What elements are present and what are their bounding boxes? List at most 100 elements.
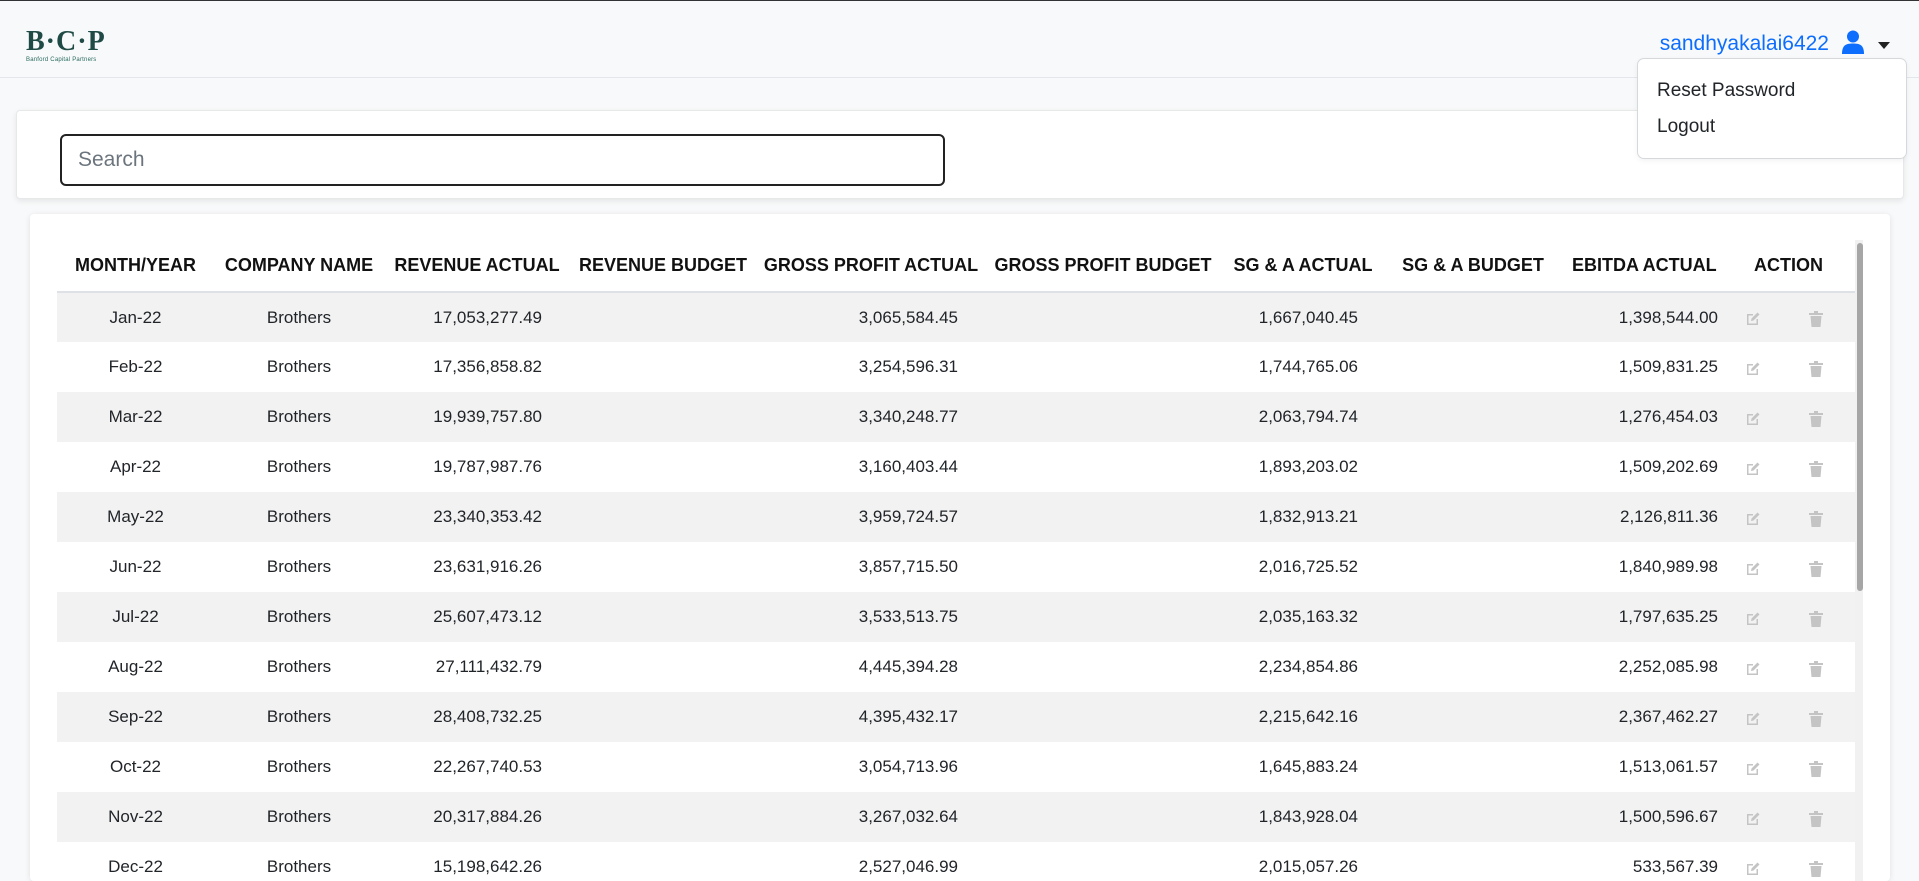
user-icon[interactable]	[1842, 30, 1864, 54]
cell-action	[1720, 592, 1857, 642]
cell-sga-actual: 2,035,163.32	[1220, 592, 1386, 642]
trash-icon[interactable]	[1809, 460, 1823, 482]
cell-gross-profit-actual: 4,395,432.17	[756, 692, 986, 742]
trash-icon[interactable]	[1809, 311, 1823, 332]
cell-revenue-budget	[570, 692, 756, 742]
table-row[interactable]: Dec-22 Brothers 15,198,642.26 2,527,046.99 2…	[57, 842, 1857, 881]
edit-icon[interactable]	[1745, 861, 1761, 881]
edit-icon[interactable]	[1745, 761, 1761, 782]
cell-ebitda-actual: 2,367,462.27	[1560, 692, 1720, 742]
column-header-ebitda-actual[interactable]: EBITDA ACTUAL	[1560, 240, 1720, 293]
cell-gross-profit-budget	[986, 292, 1220, 342]
column-header-company-name[interactable]: COMPANY NAME	[214, 240, 384, 293]
cell-revenue-actual: 19,787,987.76	[433, 457, 542, 476]
table-row[interactable]: May-22 Brothers 23,340,353.42 3,959,724.57 1…	[57, 492, 1857, 542]
cell-revenue-budget	[570, 642, 756, 692]
cell-revenue-budget	[570, 392, 756, 442]
cell-month-year: Oct-22	[109, 757, 162, 776]
cell-revenue-budget	[570, 742, 756, 792]
column-header-sga-budget[interactable]: SG & A BUDGET	[1386, 240, 1560, 293]
cell-ebitda-actual: 1,797,635.25	[1560, 592, 1720, 642]
cell-company-name: Brothers	[214, 592, 384, 642]
column-header-gross-profit-actual[interactable]: GROSS PROFIT ACTUAL	[756, 240, 986, 293]
cell-revenue-actual: 27,111,432.79	[435, 657, 542, 676]
edit-icon[interactable]	[1745, 361, 1761, 382]
column-header-sga-actual[interactable]: SG & A ACTUAL	[1220, 240, 1386, 293]
trash-icon[interactable]	[1809, 560, 1823, 582]
edit-icon[interactable]	[1745, 561, 1761, 582]
column-header-revenue-actual[interactable]: REVENUE ACTUAL	[384, 240, 570, 293]
cell-ebitda-actual: 2,126,811.36	[1560, 492, 1720, 542]
cell-sga-budget	[1386, 842, 1560, 881]
reset-password-menu-item[interactable]: Reset Password	[1638, 73, 1906, 109]
edit-icon[interactable]	[1745, 311, 1761, 332]
table-row[interactable]: Apr-22 Brothers 19,787,987.76 3,160,403.44 1…	[57, 442, 1857, 492]
cell-gross-profit-budget	[986, 742, 1220, 792]
cell-ebitda-actual: 1,500,596.67	[1560, 792, 1720, 842]
cell-gross-profit-actual: 3,065,584.45	[756, 292, 986, 342]
cell-gross-profit-budget	[986, 692, 1220, 742]
logout-menu-item[interactable]: Logout	[1638, 109, 1906, 145]
user-dropdown-menu: Reset Password Logout	[1637, 58, 1907, 159]
edit-icon[interactable]	[1745, 461, 1761, 482]
cell-month-year: Feb-22	[108, 357, 163, 376]
cell-action	[1720, 292, 1857, 342]
table-row[interactable]: Oct-22 Brothers 22,267,740.53 3,054,713.96 1…	[57, 742, 1857, 792]
table-row[interactable]: Nov-22 Brothers 20,317,884.26 3,267,032.64 1…	[57, 792, 1857, 842]
edit-icon[interactable]	[1745, 661, 1761, 682]
trash-icon[interactable]	[1809, 660, 1823, 682]
search-input[interactable]	[60, 134, 945, 186]
cell-revenue-actual: 28,408,732.25	[384, 692, 570, 742]
trash-icon[interactable]	[1809, 410, 1823, 432]
table-row[interactable]: Mar-22 Brothers 19,939,757.80 3,340,248.77 2…	[57, 392, 1857, 442]
vertical-scrollbar-thumb[interactable]	[1857, 243, 1863, 591]
trash-icon[interactable]	[1809, 510, 1823, 532]
cell-action	[1720, 842, 1857, 881]
table-row[interactable]: Sep-22 Brothers 28,408,732.25 4,395,432.17 2…	[57, 692, 1857, 742]
table-row[interactable]: Feb-22 Brothers 17,356,858.82 3,254,596.31 1…	[57, 342, 1857, 392]
trash-icon[interactable]	[1809, 610, 1823, 632]
logo-text: B·C·P	[26, 26, 106, 57]
cell-action	[1720, 692, 1857, 742]
trash-icon[interactable]	[1809, 710, 1823, 732]
edit-icon[interactable]	[1745, 611, 1761, 632]
bcp-logo[interactable]: B·C·P Banford Capital Partners	[26, 27, 116, 67]
cell-ebitda-actual: 2,252,085.98	[1618, 657, 1718, 676]
cell-action	[1720, 742, 1857, 792]
trash-icon[interactable]	[1809, 810, 1823, 832]
cell-sga-budget	[1386, 592, 1560, 642]
cell-gross-profit-actual: 4,445,394.28	[858, 657, 958, 676]
column-header-month-year[interactable]: MONTH/YEAR	[57, 240, 214, 293]
cell-revenue-actual: 23,631,916.26	[433, 557, 542, 576]
column-header-gross-profit-budget[interactable]: GROSS PROFIT BUDGET	[986, 240, 1220, 293]
cell-ebitda-actual: 533,567.39	[1632, 857, 1718, 876]
cell-revenue-actual: 17,053,277.49	[384, 292, 570, 342]
table-row[interactable]: Jun-22 Brothers 23,631,916.26 3,857,715.50 2…	[57, 542, 1857, 592]
edit-icon[interactable]	[1745, 411, 1761, 432]
cell-gross-profit-actual: 3,857,715.50	[858, 557, 958, 576]
trash-icon[interactable]	[1809, 860, 1823, 881]
cell-gross-profit-budget	[986, 792, 1220, 842]
trash-icon[interactable]	[1809, 360, 1823, 382]
table-scroll-area[interactable]: MONTH/YEAR COMPANY NAME REVENUE ACTUAL R…	[57, 240, 1857, 881]
edit-icon[interactable]	[1745, 711, 1761, 732]
edit-icon[interactable]	[1745, 511, 1761, 532]
caret-down-icon[interactable]	[1877, 37, 1891, 49]
cell-action	[1720, 792, 1857, 842]
column-header-revenue-budget[interactable]: REVENUE BUDGET	[570, 240, 756, 293]
table-row[interactable]: Jan-22 Brothers 17,053,277.49 3,065,584.45 1…	[57, 292, 1857, 342]
cell-gross-profit-actual: 3,959,724.57	[756, 492, 986, 542]
cell-sga-budget	[1386, 792, 1560, 842]
cell-ebitda-actual: 1,509,202.69	[1618, 457, 1718, 476]
trash-icon[interactable]	[1809, 760, 1823, 782]
username-link[interactable]: sandhyakalai6422	[1660, 31, 1829, 57]
table-row[interactable]: Jul-22 Brothers 25,607,473.12 3,533,513.75 2…	[57, 592, 1857, 642]
cell-sga-actual: 2,234,854.86	[1258, 657, 1358, 676]
table-row[interactable]: Aug-22 Brothers 27,111,432.79 4,445,394.28 2…	[57, 642, 1857, 692]
edit-icon[interactable]	[1745, 811, 1761, 832]
cell-revenue-budget	[570, 342, 756, 392]
cell-action	[1720, 442, 1857, 492]
cell-company-name: Brothers	[266, 757, 332, 776]
cell-gross-profit-actual: 3,267,032.64	[756, 792, 986, 842]
cell-company-name: Brothers	[266, 557, 332, 576]
